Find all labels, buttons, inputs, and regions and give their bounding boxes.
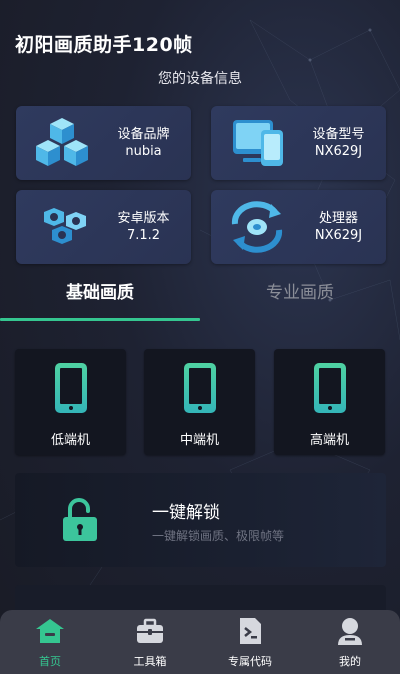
phone-icon [314,363,346,413]
device-brand-card: 设备品牌 nubia [16,106,191,180]
active-tab-indicator [0,318,200,321]
device-info-heading: 您的设备信息 [158,71,242,87]
devices-icon [233,120,283,166]
processor-value: NX629J [314,228,363,243]
device-brand-value: nubia [125,144,162,159]
code-file-icon [240,618,261,644]
nav-profile[interactable]: 我的 [300,610,400,674]
unlock-description: 一键解锁画质、极限帧等 [152,529,285,543]
nav-toolbox[interactable]: 工具箱 [100,610,200,674]
unlock-title: 一键解锁 [152,503,220,523]
device-model-label: 设备型号 [312,127,365,142]
tier-high-end-label: 高端机 [309,433,349,448]
tier-high-end-button[interactable]: 高端机 [274,349,385,455]
user-icon [338,618,362,645]
bottom-navigation: 首页 工具箱 专属代码 我的 [0,610,400,674]
nav-exclusive-code-label: 专属代码 [228,655,272,668]
device-brand-label: 设备品牌 [117,127,170,142]
tier-mid-range-label: 中端机 [179,433,219,448]
android-version-value: 7.1.2 [126,228,161,243]
tab-pro-quality[interactable]: 专业画质 [200,276,400,318]
nav-home[interactable]: 首页 [0,610,100,674]
phone-icon [55,363,87,413]
unlock-icon [63,498,97,541]
app-title: 初阳画质助手120帧 [15,34,193,56]
one-click-unlock-button[interactable]: 一键解锁 一键解锁画质、极限帧等 [15,473,386,567]
nav-profile-label: 我的 [339,655,361,668]
processor-label: 处理器 [318,211,358,226]
home-icon [36,619,64,643]
tier-mid-range-button[interactable]: 中端机 [144,349,255,455]
network-background [0,19,400,601]
cubes-icon [36,118,88,166]
processor-refresh-icon [231,201,283,253]
tab-basic-quality[interactable]: 基础画质 [0,276,200,318]
nav-toolbox-label: 工具箱 [133,655,167,668]
nav-exclusive-code[interactable]: 专属代码 [200,610,300,674]
tier-low-end-label: 低端机 [50,433,90,448]
tier-low-end-button[interactable]: 低端机 [15,349,126,455]
device-model-value: NX629J [314,144,363,159]
device-model-card: 设备型号 NX629J [211,106,386,180]
android-version-label: 安卓版本 [117,211,170,226]
android-version-card: 安卓版本 7.1.2 [16,190,191,264]
processor-card: 处理器 NX629J [211,190,386,264]
nuts-icon [44,208,86,244]
quality-tabs: 基础画质 专业画质 [0,276,400,322]
nav-home-label: 首页 [39,655,61,668]
toolbox-icon [137,618,163,643]
phone-icon [184,363,216,413]
